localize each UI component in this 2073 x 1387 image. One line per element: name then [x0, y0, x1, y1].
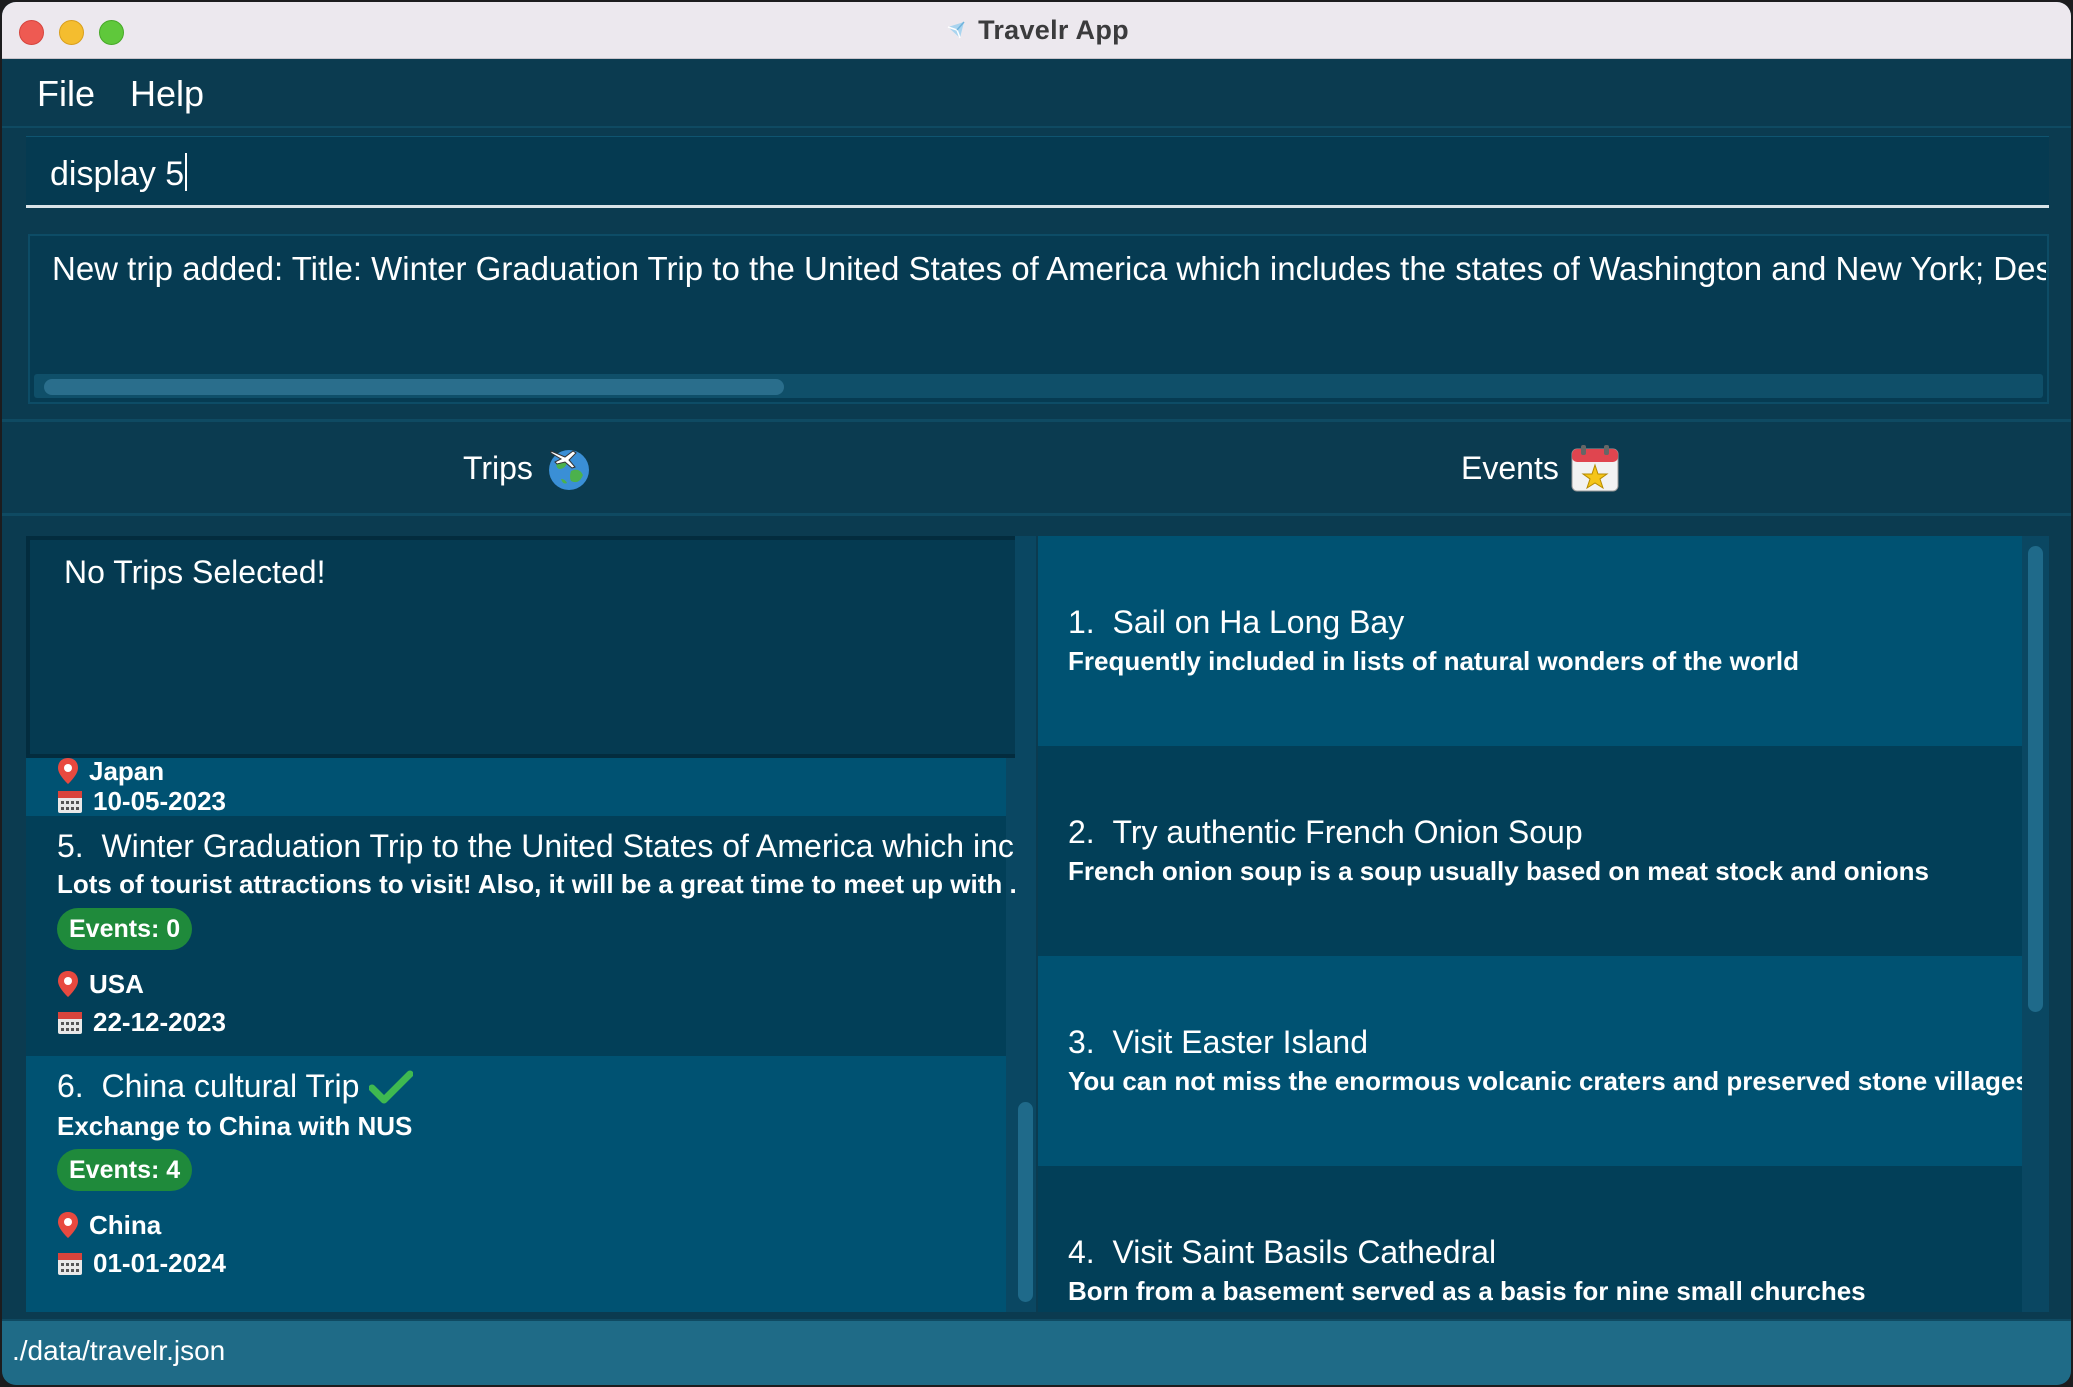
trip-card[interactable]: 5. Winter Graduation Trip to the United … — [26, 816, 1036, 1056]
event-list-scrollbar-thumb[interactable] — [2028, 546, 2043, 1012]
location-pin-icon — [58, 971, 78, 997]
trip-location: Japan — [57, 756, 164, 786]
event-title: 1. Sail on Ha Long Bay — [1068, 604, 1404, 641]
event-list[interactable]: 1. Sail on Ha Long Bay Frequently includ… — [1038, 536, 2049, 1312]
result-scrollbar-thumb[interactable] — [44, 379, 784, 395]
title-wrap: Travelr App — [2, 2, 2071, 59]
trip-list-scrollbar-thumb[interactable] — [1018, 1102, 1033, 1302]
calendar-icon — [58, 1012, 82, 1034]
result-horizontal-scrollbar[interactable] — [34, 374, 2043, 398]
app-window: Travelr App File Help display 5 New trip… — [2, 2, 2071, 1385]
menu-file[interactable]: File — [37, 73, 95, 115]
window-title: Travelr App — [978, 15, 1129, 45]
trip-location: USA — [57, 969, 144, 999]
event-title: 2. Try authentic French Onion Soup — [1068, 814, 1583, 851]
event-description: You can not miss the enormous volcanic c… — [1068, 1066, 2030, 1096]
menu-bar: File Help — [2, 59, 2071, 128]
event-index: 2. — [1068, 814, 1095, 850]
command-input-value: display 5 — [50, 153, 188, 194]
trip-location: China — [57, 1210, 161, 1240]
trip-list[interactable]: Japan 10-05-2023 5. Winter Graduation Tr… — [26, 536, 1036, 1312]
storage-path: ./data/travelr.json — [12, 1335, 226, 1366]
trips-header-label: Trips — [463, 449, 533, 486]
event-title: 4. Visit Saint Basils Cathedral — [1068, 1234, 1496, 1271]
result-display[interactable]: New trip added: Title: Winter Graduation… — [28, 234, 2049, 404]
trip-index: 6. — [57, 1068, 84, 1104]
trip-title-text: China cultural Trip — [101, 1068, 360, 1104]
trip-card[interactable]: Japan 10-05-2023 — [26, 756, 1006, 816]
trip-date: 01-01-2024 — [57, 1248, 226, 1278]
text-caret — [185, 153, 188, 191]
trip-description: Exchange to China with NUS — [57, 1111, 413, 1141]
trip-description: Lots of tourist attractions to visit! Al… — [57, 869, 1032, 899]
event-index: 4. — [1068, 1234, 1095, 1270]
trip-location-text: China — [89, 1209, 162, 1240]
selected-trip-text: No Trips Selected! — [64, 554, 326, 590]
trip-date-text: 01-01-2024 — [93, 1247, 226, 1278]
trip-location-text: Japan — [89, 755, 165, 786]
trip-location-text: USA — [89, 968, 144, 999]
trips-header: Trips — [463, 442, 593, 494]
title-bar: Travelr App — [2, 2, 2071, 59]
result-text: New trip added: Title: Winter Graduation… — [52, 250, 2046, 287]
trip-date: 22-12-2023 — [57, 1007, 226, 1037]
trip-index: 5. — [57, 828, 84, 864]
status-bar: ./data/travelr.json — [2, 1319, 2071, 1385]
event-title: 3. Visit Easter Island — [1068, 1024, 1368, 1061]
events-header: Events — [1461, 442, 1621, 494]
trip-title: 6. China cultural Trip — [57, 1068, 414, 1105]
event-list-scrollbar[interactable] — [2022, 536, 2049, 1312]
trip-title: 5. Winter Graduation Trip to the United … — [57, 828, 1036, 865]
event-card[interactable]: 4. Visit Saint Basils Cathedral Born fro… — [1038, 1166, 2022, 1312]
event-index: 3. — [1068, 1024, 1095, 1060]
trip-date-text: 10-05-2023 — [93, 785, 226, 816]
calendar-star-icon — [1571, 445, 1619, 492]
event-description: Frequently included in lists of natural … — [1068, 646, 1799, 676]
calendar-icon — [58, 1253, 82, 1275]
checkmark-icon — [369, 1070, 414, 1103]
event-title-text: Visit Easter Island — [1112, 1024, 1368, 1060]
trip-date-text: 22-12-2023 — [93, 1006, 226, 1037]
header-divider — [2, 513, 2071, 516]
menu-help[interactable]: Help — [130, 73, 204, 115]
event-card[interactable]: 2. Try authentic French Onion Soup Frenc… — [1038, 746, 2022, 956]
trip-list-scrollbar[interactable] — [1015, 536, 1036, 1312]
event-title-text: Sail on Ha Long Bay — [1112, 604, 1405, 640]
events-count-badge: Events: 0 — [57, 908, 193, 950]
selected-trip-panel: No Trips Selected! — [26, 536, 1036, 758]
event-title-text: Try authentic French Onion Soup — [1112, 814, 1583, 850]
event-description: Born from a basement served as a basis f… — [1068, 1276, 1866, 1306]
event-description: French onion soup is a soup usually base… — [1068, 856, 1930, 886]
trip-title-text: Winter Graduation Trip to the United Sta… — [101, 828, 1036, 864]
event-card[interactable]: 1. Sail on Ha Long Bay Frequently includ… — [1038, 536, 2022, 746]
event-index: 1. — [1068, 604, 1095, 640]
events-count-badge: Events: 4 — [57, 1149, 193, 1191]
location-pin-icon — [58, 1212, 78, 1238]
section-divider — [2, 419, 2071, 422]
events-header-label: Events — [1461, 449, 1559, 486]
calendar-icon — [58, 791, 82, 813]
trip-date: 10-05-2023 — [57, 786, 226, 816]
event-title-text: Visit Saint Basils Cathedral — [1112, 1234, 1497, 1270]
trip-card[interactable]: 6. China cultural Trip Exchange to China… — [26, 1056, 1006, 1312]
location-pin-icon — [58, 758, 78, 784]
command-text: display 5 — [50, 155, 185, 193]
command-input[interactable]: display 5 — [26, 136, 2049, 208]
app-icon — [947, 21, 965, 38]
event-card[interactable]: 3. Visit Easter Island You can not miss … — [1038, 956, 2030, 1166]
globe-airplane-icon — [548, 450, 589, 490]
